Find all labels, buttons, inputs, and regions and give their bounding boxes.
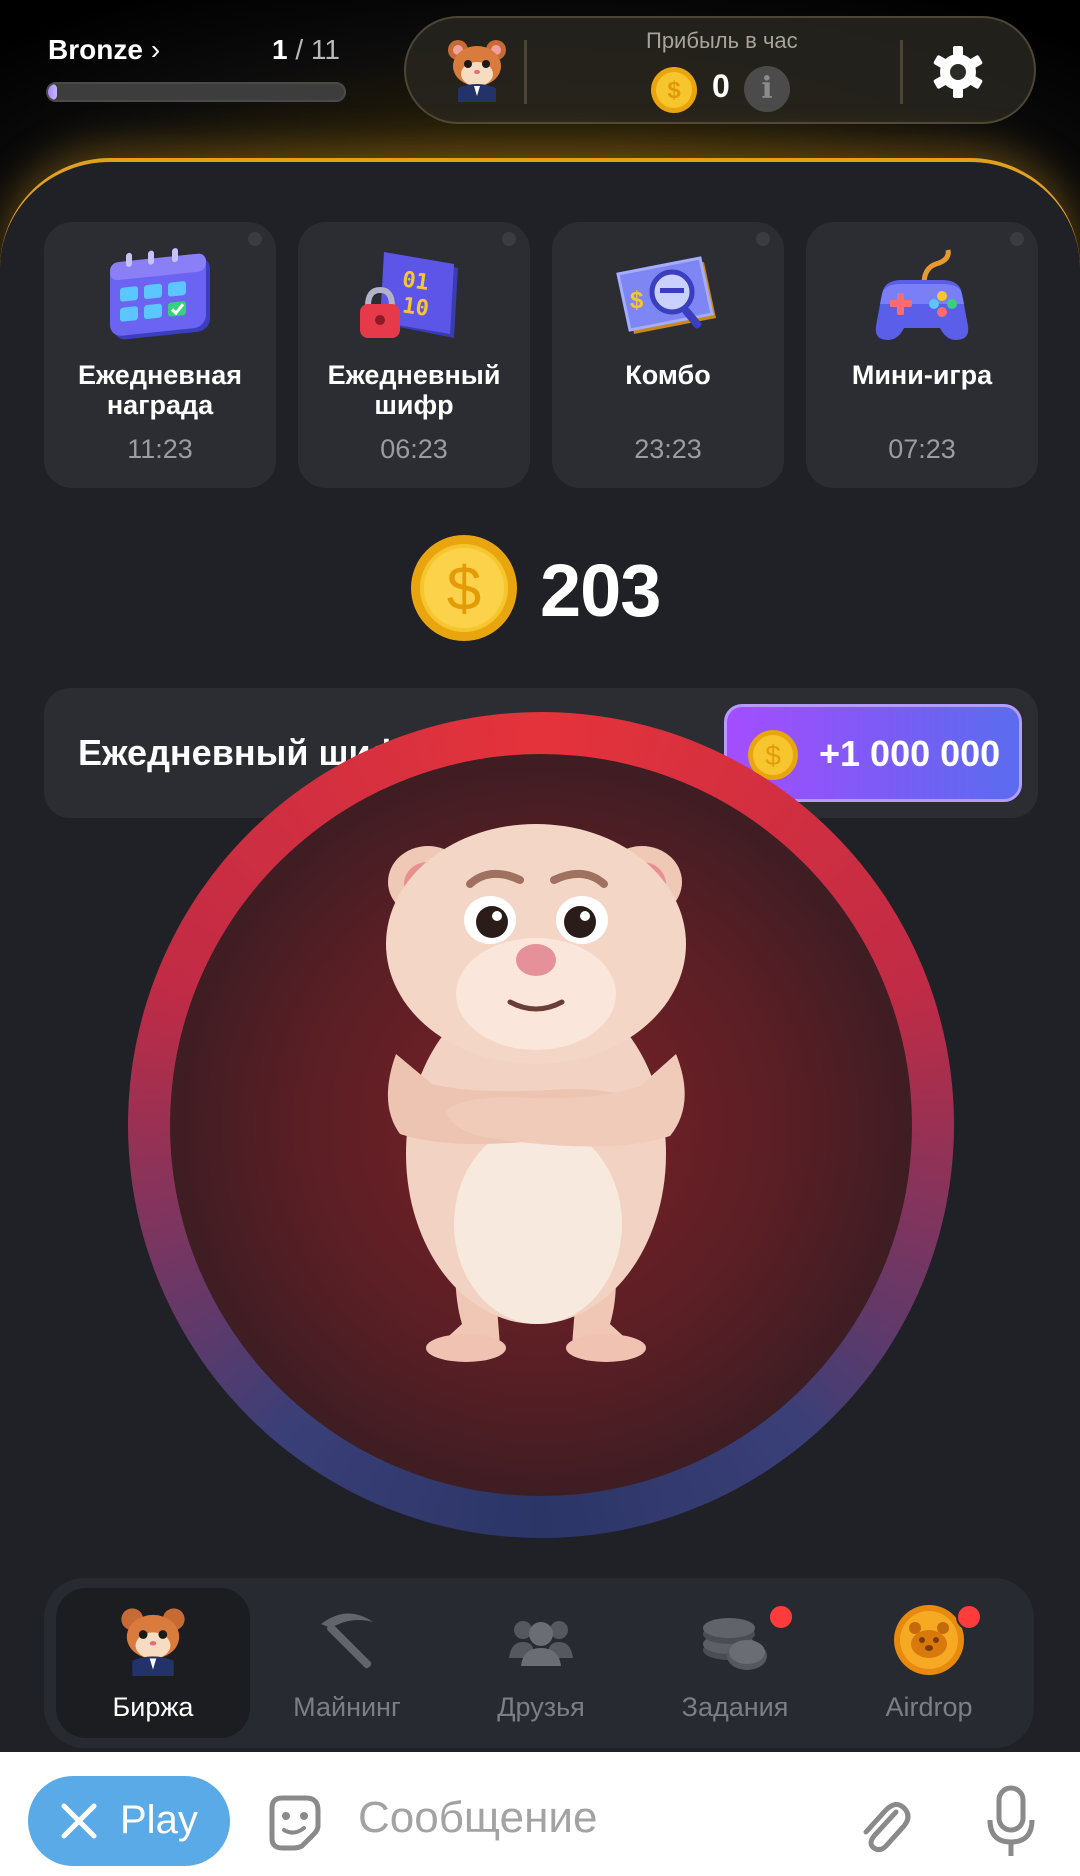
close-icon [61, 1803, 97, 1839]
svg-text:10: 10 [401, 293, 431, 321]
info-icon[interactable]: i [744, 66, 790, 112]
tap-area[interactable] [128, 712, 954, 1538]
daily-cards: Ежедневная награда 11:23 01 10 Ежедневный… [44, 222, 1038, 488]
nav-label: Биржа [112, 1692, 194, 1722]
hamster-character [386, 824, 686, 1362]
sticker-icon[interactable] [262, 1790, 326, 1854]
profit-value: 0 [712, 68, 730, 104]
hamster-coin-icon [894, 1605, 964, 1675]
attachment-icon[interactable] [852, 1790, 912, 1854]
app-screen: Bronze › 1 / 11 Прибыль в час $ 0 i Ежед… [0, 0, 1080, 1752]
balance-value: 203 [540, 549, 661, 632]
card-title: Комбо [625, 360, 711, 390]
card-timer: 06:23 [380, 434, 448, 464]
gear-icon[interactable] [932, 46, 984, 98]
bottom-nav: Биржа Майнинг Друзья Задания Airdrop [44, 1578, 1034, 1748]
nav-label: Airdrop [885, 1692, 973, 1722]
coin-icon: $ [651, 67, 697, 113]
pickaxe-icon [321, 1613, 373, 1669]
notification-badge [956, 1604, 982, 1630]
pill-divider [524, 40, 527, 104]
status-dot [1010, 232, 1024, 246]
rank-link[interactable]: Bronze › [48, 34, 160, 66]
svg-text:01: 01 [401, 267, 431, 295]
microphone-icon[interactable] [984, 1784, 1038, 1860]
level-progress-bar [46, 82, 346, 102]
card-timer: 07:23 [888, 434, 956, 464]
close-play-button[interactable]: Play [28, 1776, 230, 1866]
rank-label: Bronze [48, 34, 143, 65]
calendar-icon [110, 248, 210, 340]
friends-icon [509, 1621, 573, 1666]
nav-label: Друзья [497, 1692, 585, 1722]
level-progress-fill [48, 84, 57, 100]
card-title: Мини-игра [851, 360, 993, 390]
nav-exchange[interactable]: Биржа [56, 1588, 250, 1738]
play-label: Play [120, 1798, 198, 1842]
status-dot [248, 232, 262, 246]
coin-icon: $ [411, 535, 517, 641]
telegram-input-bar: Play [0, 1752, 1080, 1876]
pill-divider [900, 40, 903, 104]
tap-area-inner [170, 754, 912, 1496]
level-total: 11 [310, 34, 340, 65]
nav-mining[interactable]: Майнинг [250, 1588, 444, 1738]
hamster-avatar-icon[interactable] [444, 36, 510, 102]
card-title: Ежедневный шифр [327, 360, 501, 420]
svg-text:$: $ [667, 77, 681, 104]
card-combo[interactable]: $ Комбо 23:23 [552, 222, 784, 488]
combo-card-icon: $ [616, 256, 716, 334]
cipher-lock-icon: 01 10 [360, 252, 458, 338]
coins-stack-icon [703, 1618, 767, 1670]
status-dot [502, 232, 516, 246]
profit-panel: Прибыль в час $ 0 i [404, 16, 1036, 124]
notification-badge [768, 1604, 794, 1630]
card-mini-game[interactable]: Мини-игра 07:23 [806, 222, 1038, 488]
level-indicator: 1 / 11 [272, 34, 340, 65]
hamster-avatar-icon [121, 1608, 185, 1676]
chevron-right-icon: › [150, 34, 161, 65]
message-input[interactable] [358, 1788, 818, 1848]
card-title: Ежедневная награда [78, 360, 242, 420]
profit-label: Прибыль в час [646, 28, 798, 53]
gamepad-icon [875, 249, 969, 340]
card-daily-cipher[interactable]: 01 10 Ежедневный шифр 06:23 [298, 222, 530, 488]
nav-label: Майнинг [293, 1692, 401, 1722]
nav-label: Задания [681, 1692, 789, 1722]
svg-text:$: $ [447, 555, 481, 624]
nav-friends[interactable]: Друзья [444, 1588, 638, 1738]
card-timer: 23:23 [634, 434, 702, 464]
card-timer: 11:23 [127, 434, 193, 464]
status-dot [756, 232, 770, 246]
level-current: 1 [272, 34, 288, 65]
svg-text:$: $ [630, 287, 644, 314]
card-daily-reward[interactable]: Ежедневная награда 11:23 [44, 222, 276, 488]
nav-tasks[interactable]: Задания [638, 1588, 832, 1738]
nav-airdrop[interactable]: Airdrop [832, 1588, 1026, 1738]
